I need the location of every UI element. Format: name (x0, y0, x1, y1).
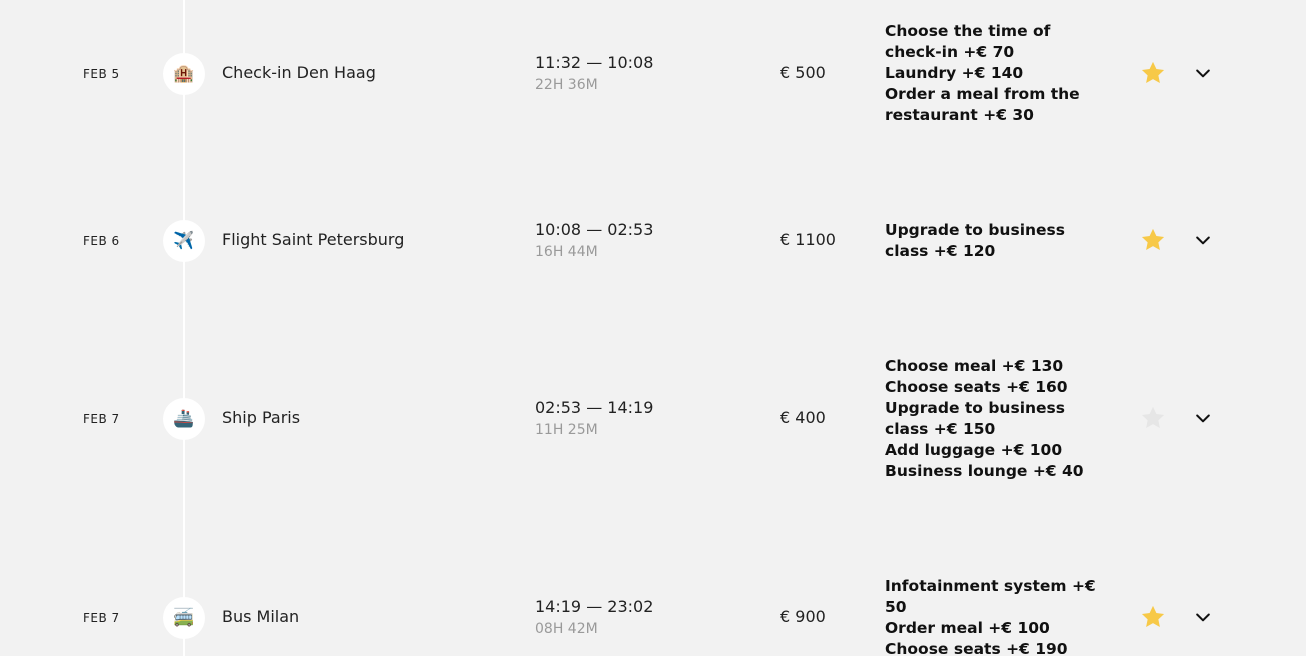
option-item: Upgrade to business class +€ 150 (885, 399, 1066, 438)
event-title: Check-in Den Haag (222, 63, 376, 82)
event-date: FEB 7 (83, 412, 120, 426)
event-time-range: 02:53 — 14:19 (535, 398, 654, 417)
event-title: Flight Saint Petersburg (222, 230, 405, 249)
event-options: Infotainment system +€ 50 Order meal +€ … (885, 576, 1100, 656)
favorite-star-icon[interactable] (1138, 225, 1168, 255)
option-item: Laundry +€ 140 (885, 64, 1024, 82)
option-item: Infotainment system +€ 50 (885, 577, 1096, 616)
favorite-star-icon[interactable] (1138, 602, 1168, 632)
option-item: Add luggage +€ 100 (885, 441, 1063, 459)
hotel-icon: 🏨 (163, 53, 205, 95)
event-date: FEB 6 (83, 234, 120, 248)
event-duration: 08H 42M (535, 621, 598, 637)
option-item: Business lounge +€ 40 (885, 462, 1084, 480)
event-duration: 11H 25M (535, 422, 598, 438)
option-item: Order a meal from the restaurant +€ 30 (885, 85, 1080, 124)
ship-icon: 🚢 (163, 398, 205, 440)
expand-chevron-icon[interactable] (1191, 406, 1215, 430)
event-date: FEB 5 (83, 67, 120, 81)
option-item: Upgrade to business class +€ 120 (885, 221, 1066, 260)
event-title: Ship Paris (222, 408, 301, 427)
option-item: Choose the time of check-in +€ 70 (885, 22, 1051, 61)
event-options: Choose the time of check-in +€ 70 Laundr… (885, 21, 1100, 126)
option-item: Order meal +€ 100 (885, 619, 1050, 637)
expand-chevron-icon[interactable] (1191, 605, 1215, 629)
expand-chevron-icon[interactable] (1191, 61, 1215, 85)
event-time-range: 14:19 — 23:02 (535, 597, 654, 616)
event-options: Choose meal +€ 130 Choose seats +€ 160 U… (885, 356, 1100, 482)
favorite-star-icon[interactable] (1138, 58, 1168, 88)
timeline-line (183, 0, 185, 656)
option-item: Choose seats +€ 160 (885, 378, 1068, 396)
event-price: € 1100 (780, 230, 836, 249)
event-price: € 400 (780, 408, 826, 427)
event-time-range: 11:32 — 10:08 (535, 53, 654, 72)
expand-chevron-icon[interactable] (1191, 228, 1215, 252)
option-item: Choose meal +€ 130 (885, 357, 1064, 375)
event-title: Bus Milan (222, 607, 300, 626)
event-duration: 22H 36M (535, 77, 598, 93)
event-time-range: 10:08 — 02:53 (535, 220, 654, 239)
favorite-star-icon[interactable] (1138, 403, 1168, 433)
event-date: FEB 7 (83, 611, 120, 625)
bus-icon: 🚎 (163, 597, 205, 639)
option-item: Choose seats +€ 190 (885, 640, 1068, 656)
event-price: € 900 (780, 607, 826, 626)
trip-timeline: FEB 5 🏨 Check-in Den Haag 11:32 — 10:08 … (0, 0, 1306, 656)
event-duration: 16H 44M (535, 244, 598, 260)
event-price: € 500 (780, 63, 826, 82)
airplane-icon: ✈️ (163, 220, 205, 262)
event-options: Upgrade to business class +€ 120 (885, 220, 1100, 262)
